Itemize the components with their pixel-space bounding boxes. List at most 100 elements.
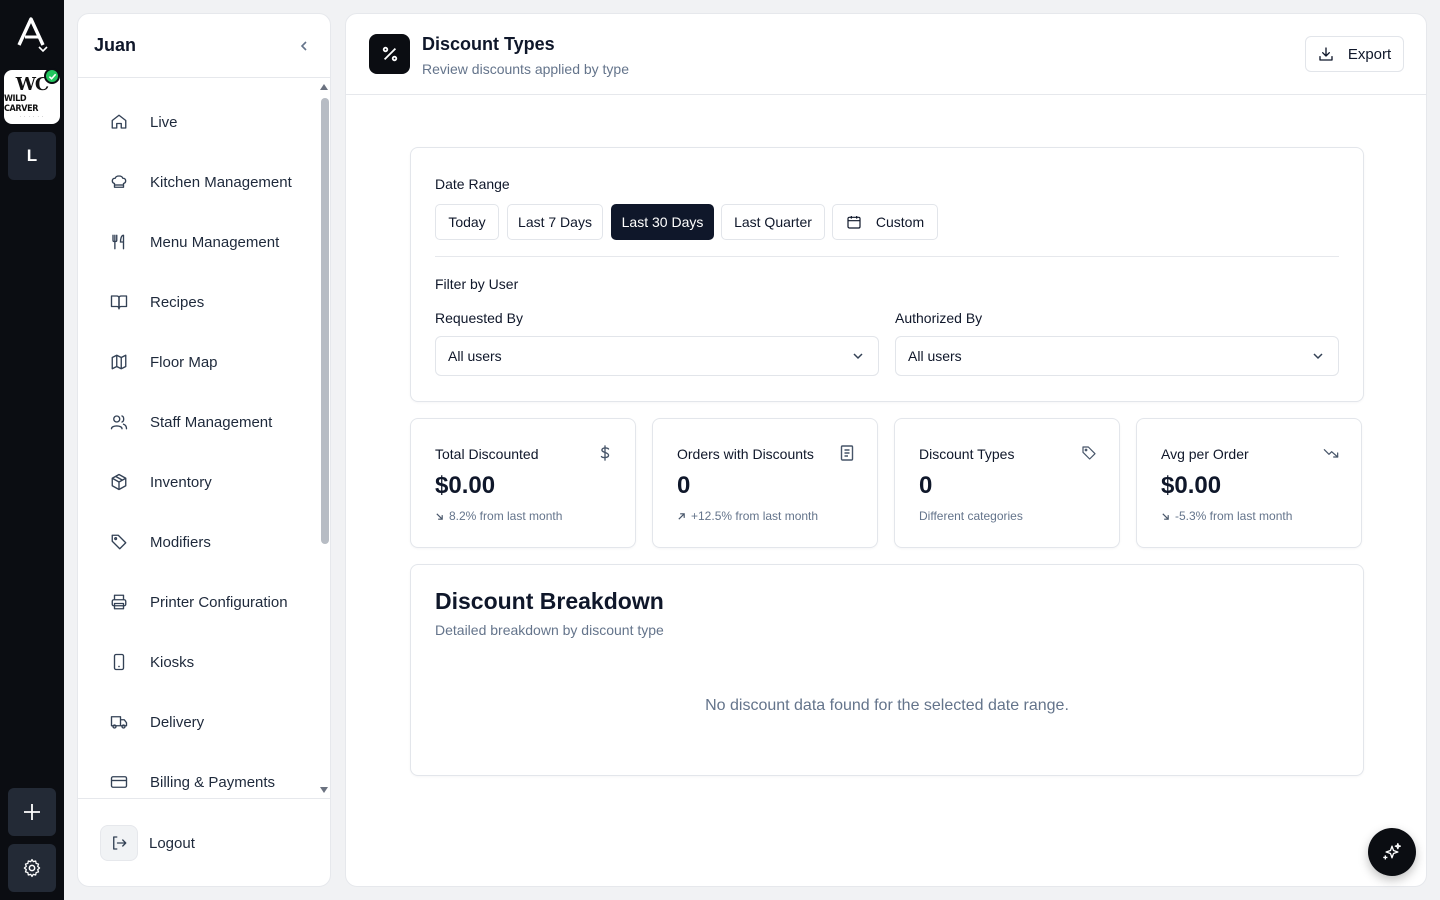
utensils-icon — [100, 233, 138, 251]
sidebar-item-kiosks[interactable]: Kiosks — [100, 642, 310, 682]
app-rail: WC WILD CARVER · · · · · · L — [0, 0, 64, 900]
stat-card-orders-with-discounts: Orders with Discounts 0 +12.5% from last… — [652, 418, 878, 548]
brand-name: WILD CARVER — [4, 93, 39, 114]
sidebar-item-label: Live — [150, 113, 178, 131]
range-last-30-days-button[interactable]: Last 30 Days — [611, 204, 714, 240]
page-title: Discount Types — [422, 34, 555, 54]
sidebar-item-delivery[interactable]: Delivery — [100, 702, 310, 742]
logout-button[interactable]: Logout — [100, 825, 195, 861]
export-button[interactable]: Export — [1305, 36, 1404, 72]
sidebar-item-label: Inventory — [150, 473, 212, 491]
sidebar-item-label: Kitchen Management — [150, 173, 292, 191]
stat-note: Different categories — [919, 509, 1023, 523]
sidebar-scrollbar[interactable] — [318, 82, 330, 798]
logout-label: Logout — [149, 834, 195, 852]
percent-icon — [369, 34, 410, 74]
scrollbar-thumb[interactable] — [321, 98, 329, 544]
stat-card-discount-types: Discount Types 0 Different categories — [894, 418, 1120, 548]
stat-title: Avg per Order — [1161, 446, 1249, 462]
package-icon — [100, 473, 138, 491]
scroll-down-arrow[interactable] — [320, 787, 328, 793]
filters-divider — [435, 256, 1339, 257]
stat-value: 0 — [677, 472, 691, 499]
gear-icon — [23, 858, 41, 878]
export-label: Export — [1347, 45, 1392, 63]
tag-icon — [1081, 445, 1097, 461]
arrow-up-right-icon — [678, 512, 685, 520]
empty-state-message: No discount data found for the selected … — [705, 697, 1069, 714]
scroll-up-arrow[interactable] — [320, 84, 328, 90]
stat-note: -5.3% from last month — [1161, 509, 1292, 523]
requested-by-select[interactable]: All users — [435, 336, 879, 376]
sidebar-item-label: Billing & Payments — [150, 773, 276, 791]
sidebar-item-label: Modifiers — [150, 533, 211, 551]
truck-icon — [100, 713, 138, 731]
sidebar-item-label: Printer Configuration — [150, 593, 288, 611]
map-icon — [100, 353, 138, 371]
range-today-button[interactable]: Today — [435, 204, 499, 240]
brand-subline: · · · · · · — [19, 113, 45, 119]
range-last-7-days-button[interactable]: Last 7 Days — [507, 204, 603, 240]
stat-value: 0 — [919, 472, 933, 499]
logout-icon — [100, 825, 138, 861]
sidebar-header: Juan — [78, 14, 330, 78]
trending-down-icon — [1323, 445, 1339, 461]
book-open-icon — [100, 293, 138, 311]
sidebar-item-label: Kiosks — [150, 653, 195, 671]
page-subtitle: Review discounts applied by type — [422, 61, 630, 77]
receipt-icon — [839, 445, 855, 461]
stat-note-text: 8.2% from last month — [449, 509, 563, 523]
stat-note: +12.5% from last month — [677, 509, 818, 523]
arrow-down-right-icon — [436, 512, 443, 520]
sidebar-item-billing-payments[interactable]: Billing & Payments — [100, 762, 310, 798]
range-custom-button[interactable]: Custom — [832, 204, 938, 240]
stat-note: 8.2% from last month — [435, 509, 562, 523]
workspace-switch-button[interactable]: L — [8, 132, 56, 180]
add-workspace-button[interactable] — [8, 788, 56, 836]
tag-icon — [100, 533, 138, 551]
ai-assistant-button[interactable] — [1368, 828, 1416, 876]
stat-note-text: Different categories — [919, 509, 1023, 523]
stat-title: Orders with Discounts — [677, 446, 814, 462]
sidebar-footer: Logout — [78, 798, 330, 886]
chef-hat-icon — [100, 173, 138, 191]
sidebar-item-printer-configuration[interactable]: Printer Configuration — [100, 582, 310, 622]
discount-breakdown-card: Discount Breakdown Detailed breakdown by… — [410, 564, 1364, 776]
authorized-by-label: Authorized By — [895, 310, 983, 326]
authorized-by-select[interactable]: All users — [895, 336, 1339, 376]
page-header: Discount Types Review discounts applied … — [346, 14, 1426, 95]
collapse-sidebar-button[interactable] — [294, 36, 314, 56]
sidebar-item-inventory[interactable]: Inventory — [100, 462, 310, 502]
download-icon — [1319, 47, 1333, 61]
plus-icon — [24, 804, 40, 820]
credit-card-icon — [100, 773, 138, 791]
chevron-down-icon — [1313, 353, 1323, 360]
sidebar-item-staff-management[interactable]: Staff Management — [100, 402, 310, 442]
sidebar-item-floor-map[interactable]: Floor Map — [100, 342, 310, 382]
range-last-quarter-button[interactable]: Last Quarter — [721, 204, 825, 240]
sidebar-item-label: Recipes — [150, 293, 205, 311]
sidebar-item-kitchen-management[interactable]: Kitchen Management — [100, 162, 310, 202]
chevron-down-icon — [853, 353, 863, 360]
printer-icon — [100, 593, 138, 611]
stat-value: $0.00 — [1161, 472, 1222, 499]
sidebar-item-live[interactable]: Live — [100, 102, 310, 142]
stat-title: Total Discounted — [435, 446, 539, 462]
sidebar-item-label: Delivery — [150, 713, 205, 731]
date-range-label: Date Range — [435, 176, 510, 192]
stat-note-text: -5.3% from last month — [1175, 509, 1293, 523]
settings-button[interactable] — [8, 844, 56, 892]
range-custom-label: Custom — [875, 214, 925, 230]
sidebar-item-menu-management[interactable]: Menu Management — [100, 222, 310, 262]
breakdown-title: Discount Breakdown — [435, 588, 664, 614]
sidebar-item-recipes[interactable]: Recipes — [100, 282, 310, 322]
sidebar-item-label: Menu Management — [150, 233, 280, 251]
sidebar-item-modifiers[interactable]: Modifiers — [100, 522, 310, 562]
requested-by-label: Requested By — [435, 310, 523, 326]
sparkles-icon — [1383, 843, 1401, 860]
authorized-by-value: All users — [908, 348, 962, 364]
calendar-icon — [847, 216, 861, 229]
stat-card-avg-per-order: Avg per Order $0.00 -5.3% from last mont… — [1136, 418, 1362, 548]
app-logo-icon[interactable] — [12, 14, 52, 54]
dollar-icon — [597, 445, 613, 461]
